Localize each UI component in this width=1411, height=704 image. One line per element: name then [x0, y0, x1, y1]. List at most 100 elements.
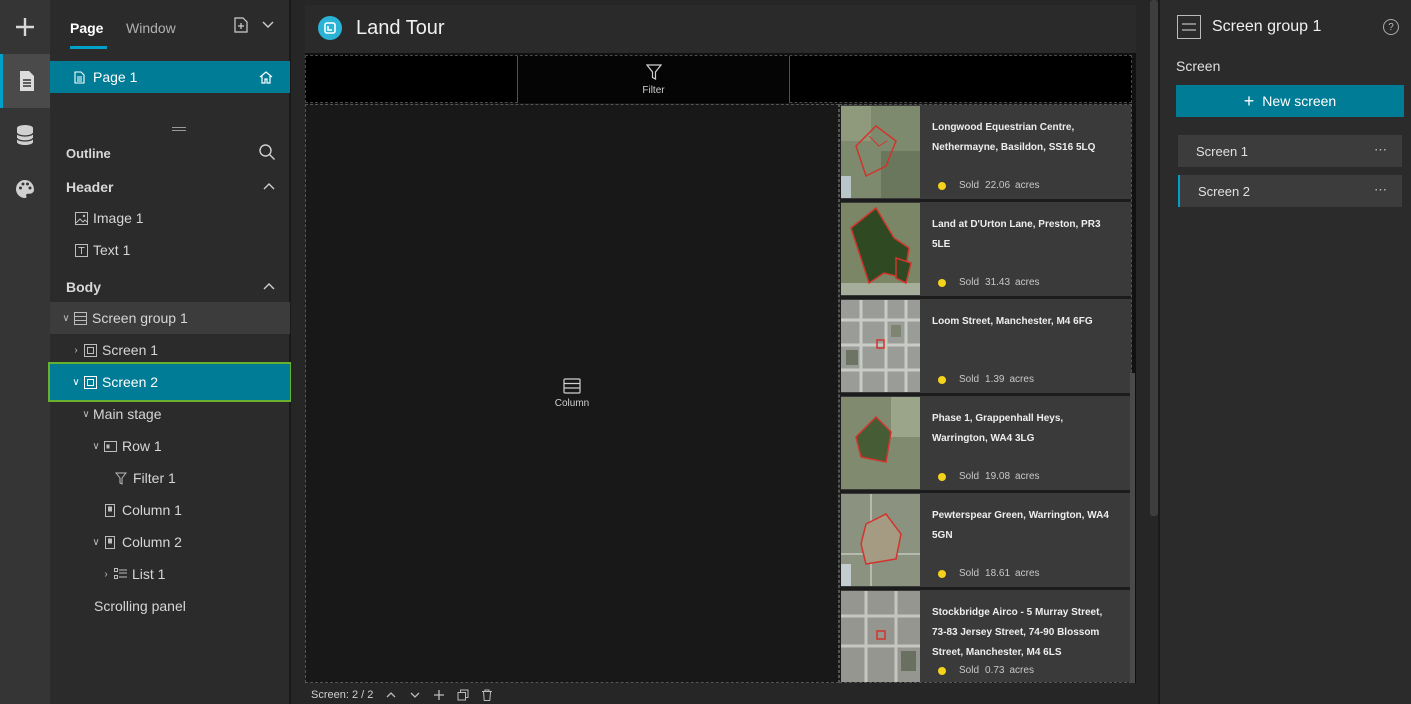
- acreage-unit: acres: [1015, 277, 1040, 288]
- acreage-value: 1.39: [985, 374, 1005, 385]
- list-item[interactable]: Stockbridge Airco - 5 Murray Street, 73-…: [841, 590, 1131, 682]
- tab-window[interactable]: Window: [126, 20, 176, 36]
- chevron-down-icon[interactable]: ∨: [70, 377, 82, 388]
- new-screen-button[interactable]: + New screen: [1176, 85, 1404, 117]
- plus-icon: +: [1243, 90, 1255, 111]
- acreage-unit: acres: [1009, 374, 1034, 385]
- outline-search-button[interactable]: [258, 143, 276, 164]
- text-icon: [74, 243, 88, 257]
- row-widget[interactable]: Filter: [305, 55, 1132, 103]
- card-address: Pewterspear Green, Warrington, WA4 5GN: [932, 510, 1109, 541]
- parcel-thumbnail: [841, 106, 920, 198]
- chevron-right-icon[interactable]: ›: [70, 345, 82, 356]
- screen-icon: [83, 343, 97, 357]
- tree-item-screen-group-1[interactable]: ∨ Screen group 1: [50, 302, 290, 334]
- tree-item-row-1[interactable]: ∨ Row 1: [50, 430, 290, 462]
- canvas-scrollbar[interactable]: [1150, 0, 1158, 516]
- settings-title: Screen group 1: [1212, 18, 1322, 35]
- tree-item-scrolling-panel[interactable]: Scrolling panel: [50, 590, 290, 622]
- add-widget-button[interactable]: [0, 0, 50, 54]
- tree-item-image-1[interactable]: Image 1: [50, 202, 290, 234]
- filter-widget[interactable]: Filter: [517, 56, 790, 103]
- chevron-down-icon[interactable]: ∨: [90, 441, 102, 452]
- left-rail: [0, 0, 50, 704]
- more-options-icon[interactable]: ⋯: [1374, 182, 1388, 198]
- delete-screen-button[interactable]: [481, 689, 493, 701]
- status-text: Sold: [959, 277, 980, 288]
- list-scrollbar[interactable]: [1130, 373, 1135, 683]
- screen-toolbar: Screen: 2 / 2: [305, 686, 1136, 704]
- add-page-button[interactable]: [233, 17, 249, 36]
- chevron-down-icon[interactable]: ∨: [80, 409, 92, 420]
- page-list-item[interactable]: Page 1: [50, 61, 290, 93]
- screen-item-label: Screen 1: [1196, 143, 1249, 159]
- chevron-up-icon: [263, 183, 275, 190]
- acreage-unit: acres: [1015, 180, 1040, 191]
- page-panel-button[interactable]: [0, 54, 50, 108]
- status-dot-icon: [938, 375, 946, 384]
- list-widget[interactable]: Longwood Equestrian Centre, Nethermayne,…: [839, 104, 1132, 683]
- tree-item-label: Image 1: [93, 210, 144, 226]
- data-panel-button[interactable]: [0, 108, 50, 162]
- panel-resize-handle[interactable]: [172, 127, 186, 131]
- body-collapse-button[interactable]: [262, 280, 276, 297]
- header-collapse-button[interactable]: [262, 180, 276, 197]
- app-root: Page Window Page 1 Outline Header Image …: [0, 0, 1411, 704]
- list-item[interactable]: Land at D'Urton Lane, Preston, PR3 5LE S…: [841, 202, 1131, 296]
- tree-item-list-1[interactable]: › List 1: [50, 558, 290, 590]
- parcel-thumbnail: [841, 300, 920, 392]
- duplicate-screen-button[interactable]: [457, 689, 469, 701]
- parcel-thumbnail: [841, 203, 920, 295]
- tab-page[interactable]: Page: [70, 20, 103, 36]
- status-dot-icon: [938, 569, 946, 578]
- acreage-unit: acres: [1015, 568, 1040, 579]
- page-icon: [19, 71, 34, 91]
- tree-item-label: Main stage: [93, 406, 162, 422]
- screen-list-item-2[interactable]: Screen 2 ⋯: [1178, 175, 1402, 207]
- panel-tabs: Page Window: [50, 0, 290, 52]
- tree-item-filter-1[interactable]: Filter 1: [50, 462, 290, 494]
- list-item[interactable]: Loom Street, Manchester, M4 6FG Sold 1.3…: [841, 299, 1131, 393]
- screen-list-item-1[interactable]: Screen 1 ⋯: [1178, 135, 1402, 167]
- theme-panel-button[interactable]: [0, 162, 50, 216]
- acreage-value: 31.43: [985, 277, 1011, 288]
- status-text: Sold: [959, 471, 980, 482]
- status-dot-icon: [938, 472, 946, 481]
- more-options-icon[interactable]: ⋯: [1374, 142, 1388, 158]
- next-screen-button[interactable]: [409, 689, 421, 701]
- screen-section-label: Screen: [1176, 58, 1221, 74]
- column-icon: [103, 535, 117, 549]
- acreage-value: 22.06: [985, 180, 1011, 191]
- previous-screen-button[interactable]: [385, 689, 397, 701]
- tree-item-screen-2[interactable]: ∨ Screen 2: [48, 362, 292, 402]
- tree-item-column-2[interactable]: ∨ Column 2: [50, 526, 290, 558]
- plus-icon: [434, 690, 445, 700]
- page-icon: [74, 70, 85, 84]
- card-status: Sold 18.61 acres: [938, 568, 1040, 579]
- list-item[interactable]: Longwood Equestrian Centre, Nethermayne,…: [841, 105, 1131, 199]
- card-address: Loom Street, Manchester, M4 6FG: [932, 316, 1093, 327]
- column-widget[interactable]: Column: [305, 104, 839, 683]
- card-status: Sold 1.39 acres: [938, 374, 1034, 385]
- home-icon[interactable]: [258, 69, 274, 85]
- screen-item-label: Screen 2: [1198, 183, 1251, 199]
- chevron-down-icon[interactable]: ∨: [60, 313, 72, 324]
- card-address: Longwood Equestrian Centre, Nethermayne,…: [932, 122, 1096, 153]
- chevron-right-icon[interactable]: ›: [100, 569, 112, 580]
- tree-item-label: Scrolling panel: [94, 598, 186, 614]
- add-screen-button[interactable]: [433, 689, 445, 701]
- list-icon: [113, 567, 127, 581]
- tree-item-column-1[interactable]: Column 1: [50, 494, 290, 526]
- parcel-thumbnail: [841, 397, 920, 489]
- tree-item-main-stage[interactable]: ∨ Main stage: [50, 398, 290, 430]
- list-item[interactable]: Phase 1, Grappenhall Heys, Warrington, W…: [841, 396, 1131, 490]
- tree-item-label: Screen group 1: [92, 310, 188, 326]
- page-menu-button[interactable]: [261, 17, 275, 34]
- settings-panel: Screen group 1 ? Screen + New screen Scr…: [1159, 0, 1411, 704]
- app-header[interactable]: Land Tour: [305, 5, 1136, 53]
- help-icon[interactable]: ?: [1383, 19, 1399, 35]
- tree-item-label: Text 1: [93, 242, 131, 258]
- chevron-down-icon[interactable]: ∨: [90, 537, 102, 548]
- list-item[interactable]: Pewterspear Green, Warrington, WA4 5GN S…: [841, 493, 1131, 587]
- tree-item-text-1[interactable]: Text 1: [50, 234, 290, 266]
